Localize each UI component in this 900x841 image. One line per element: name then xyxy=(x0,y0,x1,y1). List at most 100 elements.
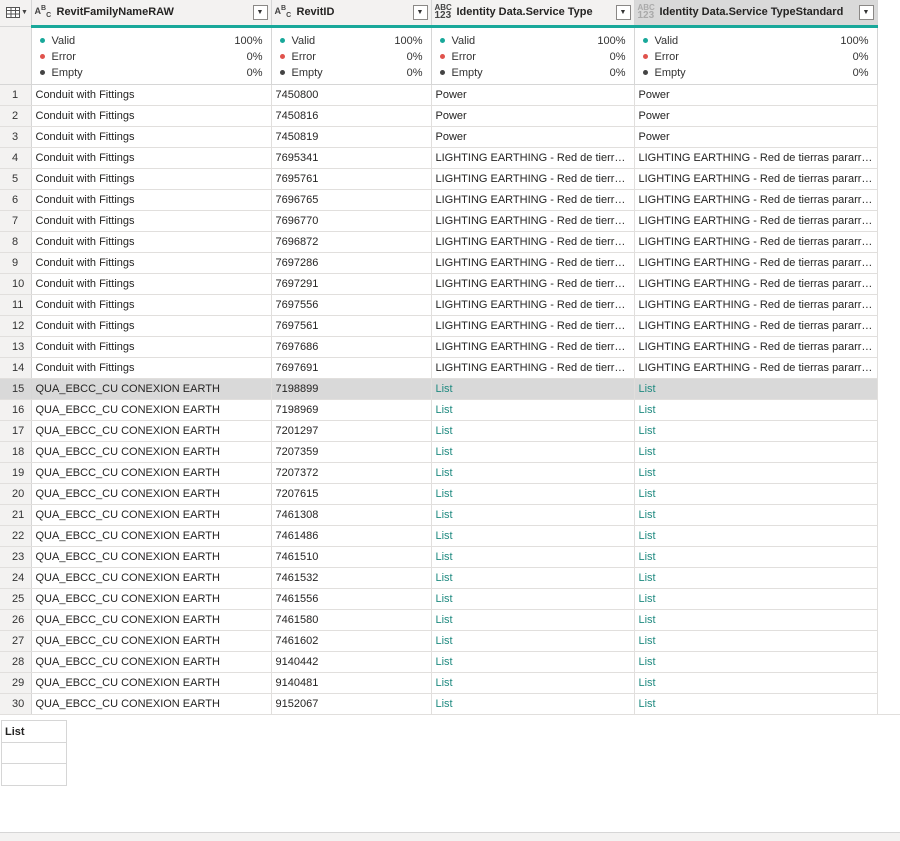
list-link[interactable]: List xyxy=(431,546,635,568)
list-link[interactable]: List xyxy=(431,441,635,463)
table-row[interactable]: 14 Conduit with Fittings 7697691 LIGHTING E… xyxy=(0,357,878,379)
cell-revitfamilynameraw[interactable]: Conduit with Fittings xyxy=(31,105,272,127)
table-menu-button[interactable]: ▼ xyxy=(0,0,32,27)
row-index-cell[interactable]: 14 xyxy=(0,357,32,379)
row-index-cell[interactable]: 2 xyxy=(0,105,32,127)
cell-revitid[interactable]: 7461602 xyxy=(271,630,432,652)
cell-service-type-standard[interactable]: Power xyxy=(634,84,878,106)
row-index-cell[interactable]: 19 xyxy=(0,462,32,484)
row-index-cell[interactable]: 5 xyxy=(0,168,32,190)
cell-service-type[interactable]: LIGHTING EARTHING - Red de tierras p... xyxy=(431,336,635,358)
cell-revitid[interactable]: 7697561 xyxy=(271,315,432,337)
cell-revitid[interactable]: 7461532 xyxy=(271,567,432,589)
table-row[interactable]: 15 QUA_EBCC_CU CONEXION EARTH 7198899 List L… xyxy=(0,378,878,400)
cell-revitfamilynameraw[interactable]: Conduit with Fittings xyxy=(31,294,272,316)
row-index-cell[interactable]: 12 xyxy=(0,315,32,337)
cell-revitid[interactable]: 9152067 xyxy=(271,693,432,715)
cell-service-type[interactable]: Power xyxy=(431,84,635,106)
cell-revitfamilynameraw[interactable]: Conduit with Fittings xyxy=(31,273,272,295)
cell-revitid[interactable]: 7697556 xyxy=(271,294,432,316)
cell-service-type-standard[interactable]: LIGHTING EARTHING - Red de tierras parar… xyxy=(634,273,878,295)
table-row[interactable]: 10 Conduit with Fittings 7697291 LIGHTING E… xyxy=(0,273,878,295)
cell-service-type-standard[interactable]: LIGHTING EARTHING - Red de tierras parar… xyxy=(634,231,878,253)
cell-revitid[interactable]: 7450816 xyxy=(271,105,432,127)
list-link[interactable]: List xyxy=(634,567,878,589)
row-index-cell[interactable]: 4 xyxy=(0,147,32,169)
list-link[interactable]: List xyxy=(634,693,878,715)
cell-revitid[interactable]: 7696765 xyxy=(271,189,432,211)
table-row[interactable]: 30 QUA_EBCC_CU CONEXION EARTH 9152067 List L… xyxy=(0,693,878,715)
cell-revitid[interactable]: 7201297 xyxy=(271,420,432,442)
filter-dropdown-button[interactable]: ▼ xyxy=(858,4,874,20)
cell-revitid[interactable]: 7696770 xyxy=(271,210,432,232)
row-index-cell[interactable]: 28 xyxy=(0,651,32,673)
row-index-cell[interactable]: 10 xyxy=(0,273,32,295)
row-index-cell[interactable]: 29 xyxy=(0,672,32,694)
cell-service-type[interactable]: LIGHTING EARTHING - Red de tierras p... xyxy=(431,294,635,316)
cell-service-type-standard[interactable]: LIGHTING EARTHING - Red de tierras parar… xyxy=(634,189,878,211)
list-link[interactable]: List xyxy=(431,504,635,526)
cell-revitid[interactable]: 7198899 xyxy=(271,378,432,400)
cell-service-type[interactable]: Power xyxy=(431,126,635,148)
cell-revitfamilynameraw[interactable]: QUA_EBCC_CU CONEXION EARTH xyxy=(31,567,272,589)
row-index-cell[interactable]: 25 xyxy=(0,588,32,610)
table-row[interactable]: 20 QUA_EBCC_CU CONEXION EARTH 7207615 List L… xyxy=(0,483,878,505)
cell-service-type[interactable]: LIGHTING EARTHING - Red de tierras p... xyxy=(431,168,635,190)
row-index-cell[interactable]: 17 xyxy=(0,420,32,442)
table-row[interactable]: 26 QUA_EBCC_CU CONEXION EARTH 7461580 List L… xyxy=(0,609,878,631)
filter-dropdown-button[interactable]: ▼ xyxy=(412,4,428,20)
list-link[interactable]: List xyxy=(431,462,635,484)
cell-revitid[interactable]: 9140442 xyxy=(271,651,432,673)
table-row[interactable]: 13 Conduit with Fittings 7697686 LIGHTING E… xyxy=(0,336,878,358)
table-row[interactable]: 2 Conduit with Fittings 7450816 Power Power xyxy=(0,105,878,127)
cell-revitid[interactable]: 7695341 xyxy=(271,147,432,169)
row-index-cell[interactable]: 27 xyxy=(0,630,32,652)
row-index-cell[interactable]: 16 xyxy=(0,399,32,421)
list-link[interactable]: List xyxy=(634,630,878,652)
table-row[interactable]: 24 QUA_EBCC_CU CONEXION EARTH 7461532 List L… xyxy=(0,567,878,589)
cell-revitid[interactable]: 7461556 xyxy=(271,588,432,610)
table-row[interactable]: 8 Conduit with Fittings 7696872 LIGHTING EA… xyxy=(0,231,878,253)
cell-service-type[interactable]: LIGHTING EARTHING - Red de tierras p... xyxy=(431,231,635,253)
row-index-cell[interactable]: 24 xyxy=(0,567,32,589)
list-link[interactable]: List xyxy=(431,693,635,715)
cell-service-type[interactable]: Power xyxy=(431,105,635,127)
cell-revitfamilynameraw[interactable]: QUA_EBCC_CU CONEXION EARTH xyxy=(31,546,272,568)
table-row[interactable]: 29 QUA_EBCC_CU CONEXION EARTH 9140481 List L… xyxy=(0,672,878,694)
list-link[interactable]: List xyxy=(431,588,635,610)
list-link[interactable]: List xyxy=(431,651,635,673)
list-link[interactable]: List xyxy=(431,420,635,442)
cell-service-type[interactable]: LIGHTING EARTHING - Red de tierras p... xyxy=(431,315,635,337)
row-index-cell[interactable]: 22 xyxy=(0,525,32,547)
cell-revitid[interactable]: 7461510 xyxy=(271,546,432,568)
cell-revitid[interactable]: 7450800 xyxy=(271,84,432,106)
cell-revitid[interactable]: 7207615 xyxy=(271,483,432,505)
row-index-cell[interactable]: 26 xyxy=(0,609,32,631)
row-index-cell[interactable]: 8 xyxy=(0,231,32,253)
cell-revitid[interactable]: 7207359 xyxy=(271,441,432,463)
cell-revitfamilynameraw[interactable]: QUA_EBCC_CU CONEXION EARTH xyxy=(31,693,272,715)
cell-service-type-standard[interactable]: Power xyxy=(634,126,878,148)
cell-revitid[interactable]: 7697686 xyxy=(271,336,432,358)
cell-service-type[interactable]: LIGHTING EARTHING - Red de tierras p... xyxy=(431,147,635,169)
cell-revitfamilynameraw[interactable]: QUA_EBCC_CU CONEXION EARTH xyxy=(31,630,272,652)
table-row[interactable]: 3 Conduit with Fittings 7450819 Power Power xyxy=(0,126,878,148)
cell-revitfamilynameraw[interactable]: QUA_EBCC_CU CONEXION EARTH xyxy=(31,651,272,673)
cell-revitfamilynameraw[interactable]: Conduit with Fittings xyxy=(31,357,272,379)
list-link[interactable]: List xyxy=(634,546,878,568)
column-header-revitid[interactable]: ABC RevitID ▼ xyxy=(271,0,432,28)
list-link[interactable]: List xyxy=(634,378,878,400)
cell-service-type-standard[interactable]: LIGHTING EARTHING - Red de tierras parar… xyxy=(634,147,878,169)
cell-revitfamilynameraw[interactable]: Conduit with Fittings xyxy=(31,336,272,358)
list-link[interactable]: List xyxy=(431,672,635,694)
filter-dropdown-button[interactable]: ▼ xyxy=(252,4,268,20)
list-link[interactable]: List xyxy=(634,525,878,547)
list-link[interactable]: List xyxy=(634,609,878,631)
cell-revitid[interactable]: 7461580 xyxy=(271,609,432,631)
list-link[interactable]: List xyxy=(634,462,878,484)
cell-revitid[interactable]: 7695761 xyxy=(271,168,432,190)
cell-revitfamilynameraw[interactable]: QUA_EBCC_CU CONEXION EARTH xyxy=(31,420,272,442)
list-link[interactable]: List xyxy=(431,567,635,589)
cell-service-type-standard[interactable]: LIGHTING EARTHING - Red de tierras parar… xyxy=(634,252,878,274)
list-link[interactable]: List xyxy=(634,399,878,421)
